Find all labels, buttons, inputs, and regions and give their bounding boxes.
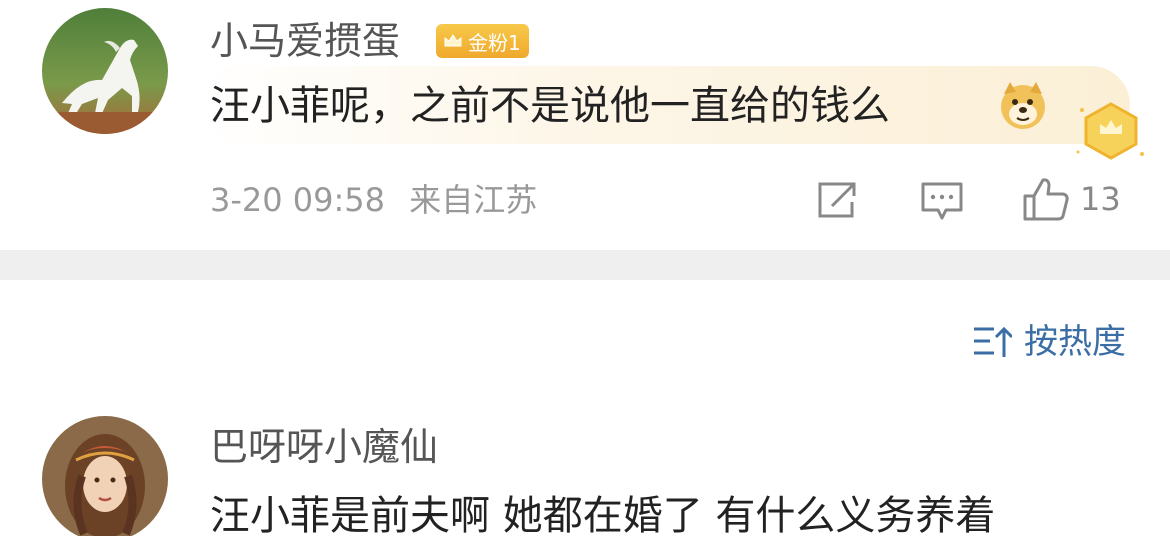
gold-fan-decoration-icon [1076, 102, 1144, 160]
avatar[interactable] [42, 8, 168, 134]
crown-icon [444, 34, 462, 47]
comment-timestamp: 3-20 09:58 来自江苏 [210, 184, 537, 216]
section-divider [0, 250, 1170, 280]
like-button[interactable]: 13 [1022, 176, 1121, 222]
avatar[interactable] [42, 416, 168, 536]
sort-by-hotness-button[interactable]: 按热度 [972, 325, 1126, 359]
comment-text: 汪小菲呢，之前不是说他一直给的钱么 [210, 83, 890, 129]
woman-portrait-avatar [42, 416, 168, 536]
reply-button[interactable] [920, 180, 964, 222]
comment-item: 小马爱掼蛋 金粉1 汪小菲呢，之前不是说他一直给的钱么 3-20 09:58 来… [0, 0, 1170, 250]
sort-label: 按热度 [1024, 322, 1126, 362]
location: 来自江苏 [409, 181, 538, 219]
username[interactable]: 小马爱掼蛋 [210, 22, 400, 60]
username[interactable]: 巴呀呀小魔仙 [210, 428, 438, 466]
doge-emoji-icon [1001, 82, 1045, 129]
timestamp: 3-20 09:58 [210, 181, 386, 219]
fan-level-badge[interactable]: 金粉1 [436, 24, 529, 58]
sort-icon [974, 326, 1012, 357]
thumbs-up-icon [1023, 178, 1069, 221]
comment-item: 巴呀呀小魔仙 汪小菲是前夫啊 她都在婚了 有什么义务养着 [0, 410, 1170, 536]
white-horse-avatar [42, 8, 168, 134]
badge-label: 金粉1 [468, 30, 521, 55]
share-icon [818, 182, 856, 218]
like-count: 13 [1080, 180, 1121, 218]
comment-text: 汪小菲是前夫啊 她都在婚了 有什么义务养着 [210, 493, 996, 536]
comment-icon [921, 182, 963, 220]
share-button[interactable] [816, 180, 858, 220]
